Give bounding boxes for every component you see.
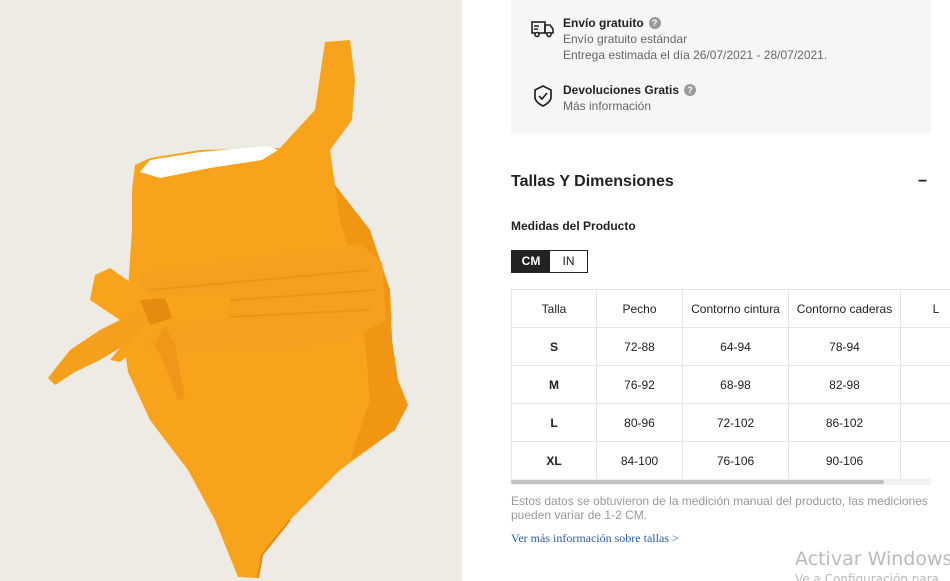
header-chest: Pecho [596,289,683,328]
estimated-delivery: Entrega estimada el día 26/07/2021 - 28/… [563,48,828,62]
product-measurements-label: Medidas del Producto [511,219,636,233]
table-cell: 78-94 [788,327,901,366]
size-info-link[interactable]: Ver más información sobre tallas > [511,531,679,546]
table-row: M 76-92 68-98 82-98 [511,365,950,404]
watermark-subtitle: Ve a Configuración para [795,572,939,581]
size-table-container[interactable]: Talla Pecho Contorno cintura Contorno ca… [511,289,950,479]
measurement-note: Estos datos se obtuvieron de la medición… [511,494,928,522]
table-cell [900,441,950,479]
free-shipping-standard: Envío gratuito estándar [563,32,688,46]
more-info-link[interactable]: Más información [563,98,903,114]
table-cell: 72-88 [596,327,683,366]
table-horizontal-scrollbar[interactable] [511,479,931,485]
table-cell: 76-92 [596,365,683,404]
table-cell: 76-106 [682,441,789,479]
table-cell: 72-102 [682,403,789,442]
collapse-icon[interactable]: − [918,173,927,191]
shipping-info-box: Envío gratuito ? Envío gratuito estándar… [511,0,931,134]
unit-toggle: CM IN [511,250,588,273]
table-cell: 90-106 [788,441,901,479]
shield-check-icon [534,85,552,107]
table-cell: L [511,403,597,442]
table-cell: 86-102 [788,403,901,442]
table-row: L 80-96 72-102 86-102 [511,403,950,442]
table-cell: S [511,327,597,366]
help-icon[interactable]: ? [684,84,697,96]
free-returns-title: Devoluciones Gratis [563,83,680,97]
truck-icon [531,21,554,38]
table-cell: 84-100 [596,441,683,479]
windows-activation-watermark: Activar Windows Ve a Configuración para [795,547,950,581]
table-cell [900,365,950,404]
free-shipping-title: Envío gratuito [563,16,644,30]
help-icon[interactable]: ? [648,17,661,29]
product-image[interactable] [0,0,462,581]
table-header-row: Talla Pecho Contorno cintura Contorno ca… [511,289,950,328]
unit-in-button[interactable]: IN [550,251,587,272]
table-cell: 68-98 [682,365,789,404]
watermark-title: Activar Windows [795,548,950,570]
header-waist: Contorno cintura [682,289,789,328]
header-size: Talla [511,289,597,328]
sizes-section-title[interactable]: Tallas Y Dimensiones [511,173,674,191]
table-cell: 80-96 [596,403,683,442]
table-cell: XL [511,441,597,479]
header-length: L [900,289,950,328]
header-hips: Contorno caderas [788,289,901,328]
swimsuit-illustration [48,40,408,579]
table-cell: 64-94 [682,327,789,366]
table-row: S 72-88 64-94 78-94 [511,327,950,366]
table-row: XL 84-100 76-106 90-106 [511,441,950,479]
table-cell: 82-98 [788,365,901,404]
table-cell [900,327,950,366]
product-details-panel: Envío gratuito ? Envío gratuito estándar… [462,0,950,581]
scrollbar-thumb[interactable] [511,480,884,484]
table-cell: M [511,365,597,404]
table-cell [900,403,950,442]
unit-cm-button[interactable]: CM [512,251,550,272]
size-table: Talla Pecho Contorno cintura Contorno ca… [511,289,950,479]
